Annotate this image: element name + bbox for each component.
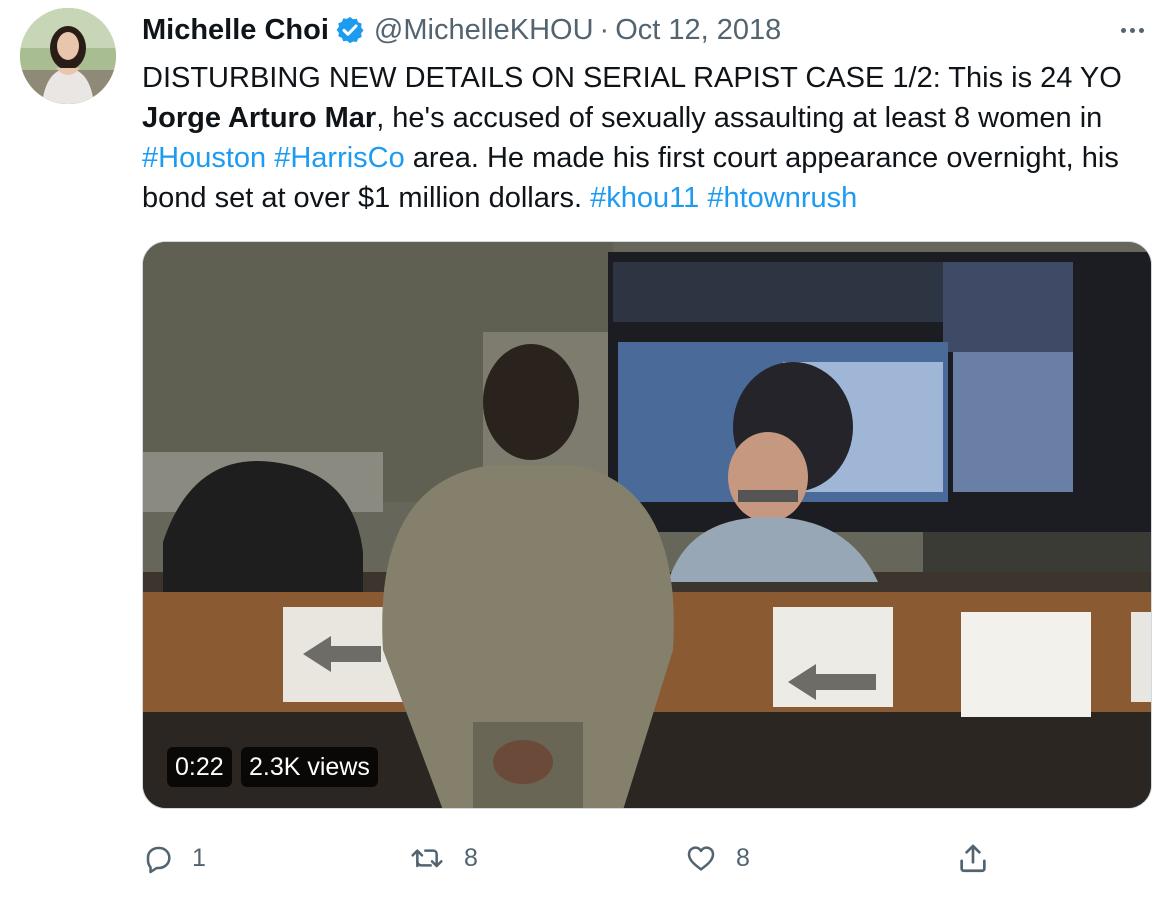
share-icon (960, 844, 986, 873)
retweet-count: 8 (464, 843, 478, 872)
tweet-text-segment (266, 142, 274, 174)
video-duration-badge: 0:22 (167, 747, 232, 787)
author-handle[interactable]: @MichelleKHOU (374, 12, 594, 48)
video-frame (143, 242, 1151, 808)
tweet-text-segment: DISTURBING NEW DETAILS ON SERIAL RAPIST … (142, 62, 1122, 94)
like-count: 8 (736, 843, 750, 872)
hashtag-htownrush[interactable]: #htownrush (707, 182, 857, 214)
reply-count: 1 (192, 843, 206, 872)
more-options-button[interactable] (1112, 14, 1152, 46)
video-player[interactable]: 0:22 2.3K views (142, 241, 1152, 809)
reply-button[interactable]: 1 (142, 838, 206, 878)
retweet-icon (411, 849, 443, 868)
tweet-action-bar: 1 8 8 (0, 838, 1172, 878)
more-dot-icon (1120, 27, 1126, 33)
avatar-photo (20, 8, 116, 104)
share-button[interactable] (956, 838, 990, 878)
author-name[interactable]: Michelle Choi (142, 12, 329, 48)
more-dot-icon (1129, 27, 1135, 33)
heart-icon (687, 846, 715, 871)
tweet-header: Michelle Choi @MichelleKHOU · Oct 12, 20… (142, 12, 781, 48)
verified-badge-icon (336, 16, 364, 44)
tweet-date[interactable]: Oct 12, 2018 (615, 12, 781, 48)
more-dot-icon (1138, 27, 1144, 33)
tweet-text-bold-name: Jorge Arturo Mar (142, 102, 377, 134)
hashtag-harrisco[interactable]: #HarrisCo (274, 142, 405, 174)
reply-icon (146, 846, 171, 874)
tweet-text-segment: , he's accused of sexually assaulting at… (376, 102, 1103, 134)
hashtag-khou11[interactable]: #khou11 (590, 182, 699, 214)
like-button[interactable]: 8 (684, 838, 750, 878)
avatar[interactable] (20, 8, 116, 104)
header-separator: · (599, 14, 610, 46)
tweet-text: DISTURBING NEW DETAILS ON SERIAL RAPIST … (142, 58, 1152, 218)
retweet-button[interactable]: 8 (410, 838, 478, 878)
hashtag-houston[interactable]: #Houston (142, 142, 266, 174)
video-views-badge: 2.3K views (241, 747, 378, 787)
